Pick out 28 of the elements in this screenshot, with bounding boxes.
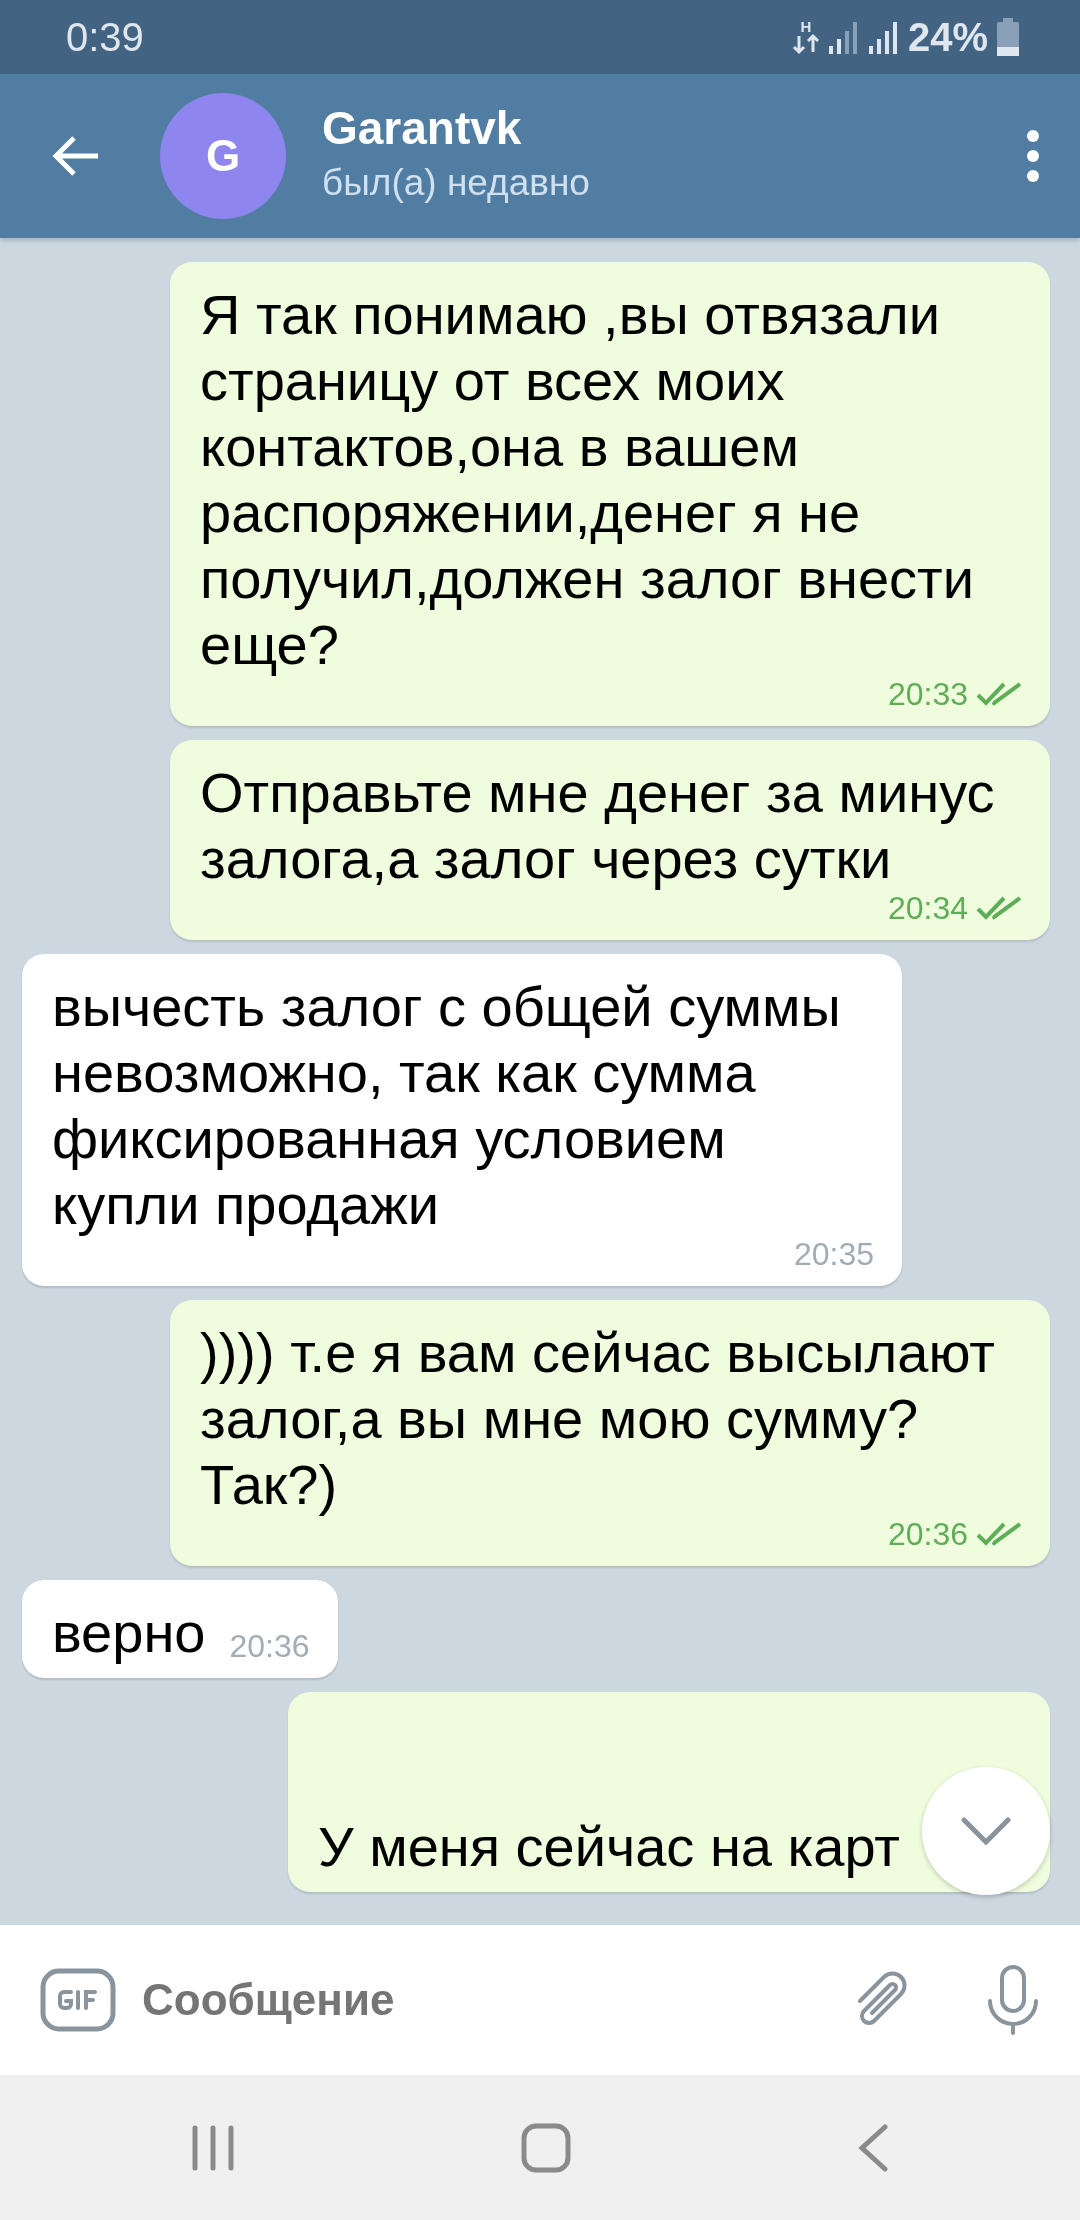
signal-icon <box>867 20 900 54</box>
message-text: Я так понимаю ,вы отвязали страницу от всех моих контактов,она в вашем распоряжении,денег я не получил,должен залог внести еще? <box>200 282 975 678</box>
message-time: 20:35 <box>793 1238 874 1270</box>
recent-apps-button[interactable] <box>191 2124 235 2171</box>
message-text: Отправьте мне денег за минус залога,а залог через сутки <box>200 760 996 892</box>
message-text: У меня сейчас на карт <box>318 1814 900 1880</box>
message-text: вычесть залог с общей суммы невозможно, так как сумма фиксированная условием купли продажи <box>52 974 842 1238</box>
more-options-icon[interactable] <box>1026 129 1040 183</box>
battery-percent: 24% <box>907 14 988 61</box>
message-input[interactable]: Сообщение <box>140 1966 828 2034</box>
avatar[interactable]: G <box>160 93 286 219</box>
message-text: верно <box>52 1600 206 1666</box>
chevron-down-icon <box>961 1817 1011 1845</box>
contact-name: Garantvk <box>322 101 523 155</box>
message-time: 20:34 <box>887 892 968 924</box>
battery-icon <box>996 18 1020 56</box>
last-seen-status: был(а) недавно <box>322 160 591 205</box>
message-time: 20:33 <box>887 678 968 710</box>
gif-button[interactable] <box>40 1968 116 2032</box>
microphone-icon[interactable] <box>986 1964 1040 2036</box>
message-time: 20:36 <box>229 1630 310 1662</box>
back-button[interactable] <box>50 136 100 176</box>
home-button[interactable] <box>521 2122 571 2173</box>
back-nav-button[interactable] <box>857 2123 889 2172</box>
clock: 0:39 <box>66 14 144 61</box>
message-time: 20:36 <box>887 1518 968 1550</box>
message-text: )))) т.е я вам сейчас высылают залог,а вы мне мою сумму? Так?) <box>200 1320 996 1518</box>
signal-icon <box>827 20 860 54</box>
